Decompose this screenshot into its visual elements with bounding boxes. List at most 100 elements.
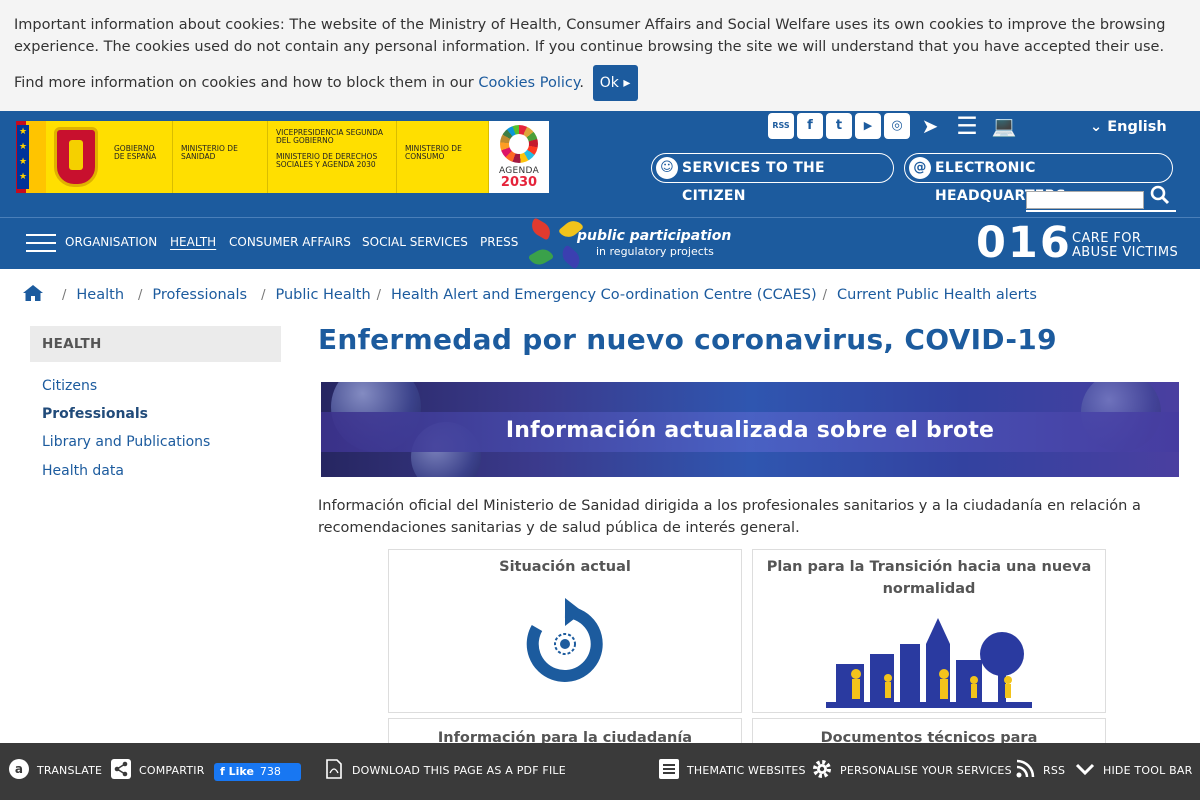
vicepresidencia-logo: VICEPRESIDENCIA SEGUNDA DEL GOBIERNO MIN… [268,121,397,193]
city-skyline-illustration [826,618,1032,708]
card-situacion-actual[interactable]: Situación actual [388,549,742,713]
breadcrumb: / Health / Professionals / Public Health… [22,283,1037,307]
nav-press[interactable]: PRESS [480,235,518,249]
hotline-016-number[interactable]: 016 [976,218,1072,268]
personalise-services-button[interactable]: PERSONALISE YOUR SERVICES [812,760,1012,779]
nav-consumer-affairs[interactable]: CONSUMER AFFAIRS [229,235,351,249]
coat-of-arms-icon [54,127,98,187]
gear-icon [812,759,832,779]
telegram-icon[interactable]: ➤ [913,113,947,139]
nav-health[interactable]: HEALTH [170,235,216,249]
share-label: COMPARTIR [139,764,205,777]
consumo-logo: MINISTERIO DE CONSUMO [397,121,489,193]
public-participation-hands-icon[interactable] [527,216,588,270]
sdg-wheel-icon [500,125,538,163]
search-input[interactable] [1026,191,1144,209]
translate-icon: a [9,759,29,779]
gobierno-text: GOBIERNO DE ESPAÑA [114,144,157,161]
card-title: Plan para la Transición hacia una nueva … [766,559,1092,597]
facebook-icon[interactable]: f [797,113,823,139]
personalise-label: PERSONALISE YOUR SERVICES [840,764,1012,777]
thematic-label: THEMATIC WEBSITES [687,764,806,777]
public-participation-sub: in regulatory projects [596,245,714,258]
vice-text-1: VICEPRESIDENCIA SEGUNDA DEL GOBIERNO [276,128,384,145]
hotline-016-text: CARE FOR ABUSE VICTIMS [1072,232,1178,260]
facebook-like-button[interactable]: f Like 738 [214,763,301,781]
download-pdf-button[interactable]: DOWNLOAD THIS PAGE AS A PDF FILE [324,759,566,779]
consumo-text: MINISTERIO DE CONSUMO [405,144,462,161]
sidebar-item-health-data[interactable]: Health data [42,463,124,479]
translate-label: TRANSLATE [37,764,103,777]
breadcrumb-current-alerts[interactable]: Current Public Health alerts [837,287,1037,303]
twitter-icon[interactable]: t [826,113,852,139]
home-icon[interactable] [22,283,48,307]
intro-paragraph: Información oficial del Ministerio de Sa… [318,498,1141,536]
hotline-line-1: CARE FOR [1072,231,1142,246]
caret-right-icon: ▸ [623,75,631,91]
public-participation-title[interactable]: public participation [577,228,731,244]
hamburger-menu-icon[interactable] [26,234,56,252]
sanidad-logo: MINISTERIO DE SANIDAD [173,121,268,193]
breadcrumb-ccaes[interactable]: Health Alert and Emergency Co-ordination… [391,287,817,303]
breadcrumb-separator: / [138,287,143,303]
cookie-banner: Important information about cookies: The… [0,0,1200,111]
site-header: ★ ★ ★ ★ GOBIERNO DE ESPAÑA MINISTERIO DE SA… [0,111,1200,270]
cookie-ok-button[interactable]: Ok ▸ [592,65,638,101]
nav-social-services[interactable]: SOCIAL SERVICES [362,235,468,249]
ministry-logos[interactable]: ★ ★ ★ ★ GOBIERNO DE ESPAÑA MINISTERIO DE SA… [16,121,549,193]
sidebar-heading: HEALTH [30,326,281,362]
social-icons: RSS f t ▶ ◎ ➤ ☰ 💻 [768,113,1021,139]
share-button[interactable]: COMPARTIR [111,759,205,779]
spain-flag-logo: ★ ★ ★ ★ [16,121,46,193]
cookie-policy-prefix: Find more information on cookies and how… [14,75,479,91]
agenda-2030-logo: AGENDA 2030 [489,121,549,193]
services-to-citizen-button[interactable]: ☺ SERVICES TO THE CITIZEN [651,153,894,204]
card-title: Situación actual [499,559,631,575]
rss-button[interactable]: RSS [1015,759,1066,779]
breadcrumb-professionals[interactable]: Professionals [152,287,247,303]
sidebar-item-professionals[interactable]: Professionals [42,406,148,422]
computer-icon[interactable]: 💻 [987,113,1021,139]
services-label: SERVICES TO THE CITIZEN [682,160,825,204]
cookie-text: Important information about cookies: The… [14,17,1166,55]
breadcrumb-separator: / [62,287,67,303]
ok-label: Ok [599,75,619,91]
refresh-virus-icon [526,598,603,682]
share-icon [111,759,131,779]
breadcrumb-public-health[interactable]: Public Health [276,287,371,303]
cookies-policy-link[interactable]: Cookies Policy [478,75,579,91]
outbreak-banner[interactable]: Información actualizada sobre el brote [321,382,1179,477]
cookie-policy-line: Find more information on cookies and how… [14,65,1186,101]
banner-text: Información actualizada sobre el brote [505,418,995,443]
sidebar-item-library[interactable]: Library and Publications [42,434,210,450]
language-label: English [1107,119,1167,135]
facebook-icon: f [220,765,225,778]
youtube-icon[interactable]: ▶ [855,113,881,139]
language-selector[interactable]: ⌄ English [1090,119,1167,135]
card-plan-transicion[interactable]: Plan para la Transición hacia una nueva … [752,549,1106,713]
pdf-label: DOWNLOAD THIS PAGE AS A PDF FILE [352,764,566,777]
search-icon[interactable] [1150,185,1174,209]
list-icon [659,759,679,779]
people-icon: ☺ [656,157,678,179]
sidebar-item-citizens[interactable]: Citizens [42,378,97,394]
breadcrumb-separator: / [261,287,266,303]
instagram-icon[interactable]: ◎ [884,113,910,139]
chevron-down-icon: ⌄ [1090,119,1103,135]
electronic-headquarters-button[interactable]: @ ELECTRONIC HEADQUARTERS [904,153,1173,204]
rss-label: RSS [1043,764,1066,777]
translate-button[interactable]: a TRANSLATE [9,759,103,779]
rss-icon [1015,759,1035,779]
list-icon[interactable]: ☰ [950,113,984,139]
breadcrumb-separator: / [822,287,828,303]
rss-icon[interactable]: RSS [768,113,794,139]
bottom-toolbar: a TRANSLATE COMPARTIR DOWNLOAD THIS PAGE … [0,743,1200,800]
nav-organisation[interactable]: ORGANISATION [65,235,157,249]
hide-toolbar-button[interactable]: HIDE TOOL BAR [1075,763,1192,779]
agenda-year: 2030 [500,175,538,190]
vice-text-2: MINISTERIO DE DERECHOS SOCIALES Y AGENDA… [276,152,378,169]
gobierno-logo: GOBIERNO DE ESPAÑA [46,121,173,193]
sanidad-text: MINISTERIO DE SANIDAD [181,144,238,161]
breadcrumb-health[interactable]: Health [76,287,124,303]
thematic-websites-button[interactable]: THEMATIC WEBSITES [659,759,806,779]
